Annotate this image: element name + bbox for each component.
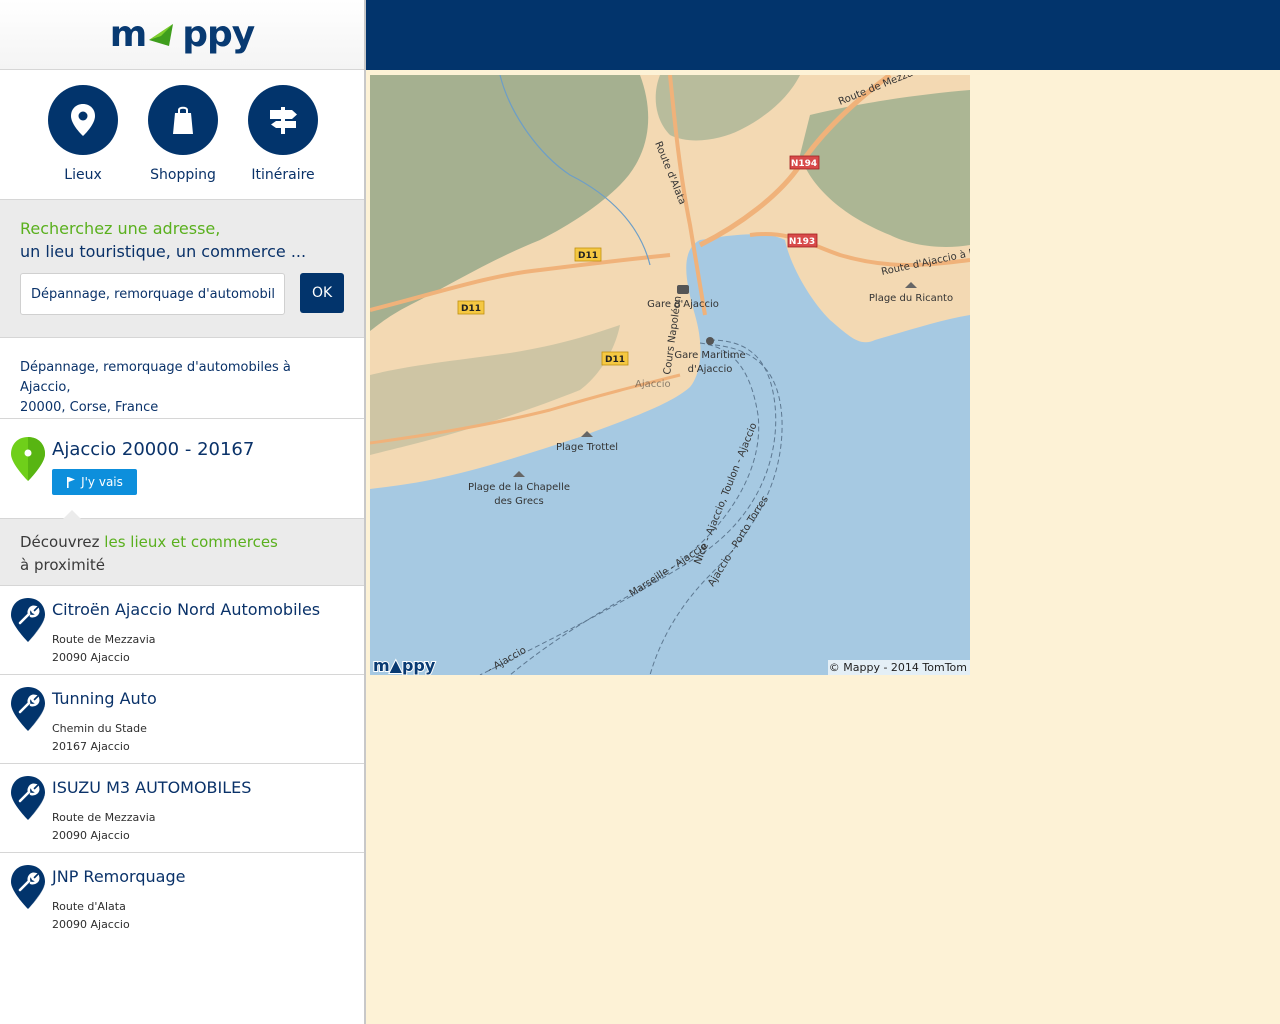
map-label-plage-trottel: Plage Trottel [556,442,618,453]
search-prompt-line1: Recherchez une adresse, [20,219,221,238]
signpost-icon[interactable] [248,85,318,155]
go-there-label: J'y vais [81,475,123,489]
wrench-pin-icon [11,598,45,642]
discover-panel: Découvrez les lieux et commerces à proxi… [0,519,364,586]
mappy-logo[interactable]: m ppy [110,14,256,55]
poi-city: 20090 Ajaccio [52,829,130,842]
map-label-plage-ricanto: Plage du Ricanto [869,293,953,304]
search-prompt-line2: un lieu touristique, un commerce ... [20,242,307,261]
poi-list-item[interactable]: Citroën Ajaccio Nord Automobiles Route d… [0,586,364,675]
wrench-pin-icon [11,865,45,909]
poi-street: Route d'Alata [52,900,126,913]
map-harbor [700,240,750,280]
poi-address: Route de Mezzavia 20090 Ajaccio [52,631,156,667]
logo-area[interactable]: m ppy [0,0,364,70]
discover-suffix: à proximité [20,556,105,574]
poi-address: Route de Mezzavia 20090 Ajaccio [52,809,156,845]
poi-street: Route de Mezzavia [52,811,156,824]
search-ok-button[interactable]: OK [300,273,344,313]
flag-icon [67,476,76,488]
nav-lieux[interactable]: Lieux [38,85,128,183]
map-label-plage-chapelle: des Grecs [494,496,543,507]
wrench-pin-icon [11,687,45,731]
poi-list-item[interactable]: Tunning Auto Chemin du Stade 20167 Ajacc… [0,675,364,764]
top-bar [365,0,1280,70]
poi-address: Chemin du Stade 20167 Ajaccio [52,720,147,756]
map-canvas[interactable]: D11 D11 D11 N194 N193 Gare d'Ajaccio Gar… [370,75,970,675]
result-title: Dépannage, remorquage d'automobiles à Aj… [0,338,364,419]
green-location-pin-icon [11,437,45,481]
svg-text:© Mappy - 2014 TomTom: © Mappy - 2014 TomTom [829,661,967,674]
svg-text:N194: N194 [791,159,817,169]
svg-text:N193: N193 [789,237,815,247]
nav-itineraire[interactable]: Itinéraire [238,85,328,183]
map-watermark: m▲ppy [372,655,437,675]
poi-name[interactable]: Tunning Auto [52,689,157,708]
discover-prefix: Découvrez [20,533,105,551]
main-nav: Lieux Shopping Itinéraire [0,70,364,200]
poi-name[interactable]: ISUZU M3 AUTOMOBILES [52,778,251,797]
nav-itineraire-label: Itinéraire [251,167,315,183]
poi-city: 20167 Ajaccio [52,740,130,753]
shopping-bag-icon[interactable] [148,85,218,155]
location-pin-icon[interactable] [48,85,118,155]
svg-text:D11: D11 [578,251,598,261]
poi-city: 20090 Ajaccio [52,651,130,664]
logo-triangle-icon [149,23,174,46]
poi-list-item[interactable]: ISUZU M3 AUTOMOBILES Route de Mezzavia 2… [0,764,364,853]
svg-text:D11: D11 [461,304,481,314]
poi-name[interactable]: Citroën Ajaccio Nord Automobiles [52,600,320,619]
poi-street: Chemin du Stade [52,722,147,735]
road-tag-n193: N193 [787,233,818,248]
svg-text:m▲ppy: m▲ppy [373,656,436,675]
road-tag-n194: N194 [789,155,820,170]
poi-address: Route d'Alata 20090 Ajaccio [52,898,130,934]
map-copyright: © Mappy - 2014 TomTom [828,660,970,675]
place-name: Ajaccio 20000 - 20167 [52,439,255,460]
result-title-line2: 20000, Corse, France [20,400,159,415]
road-tag-d11: D11 [601,351,629,366]
sidebar: m ppy Lieux Shopping Itinéraire Recherch… [0,0,366,1024]
map-label-ferry-edge: - Ajaccio [486,645,528,675]
place-card: Ajaccio 20000 - 20167 J'y vais [0,419,364,519]
search-input[interactable] [20,273,286,315]
map-view[interactable]: D11 D11 D11 N194 N193 Gare d'Ajaccio Gar… [370,75,970,675]
nav-lieux-label: Lieux [64,167,102,183]
search-panel: Recherchez une adresse, un lieu touristi… [0,200,364,338]
map-label-gare-maritime: d'Ajaccio [688,364,733,375]
road-tag-d11: D11 [457,300,485,315]
wrench-pin-icon [11,776,45,820]
poi-list-item[interactable]: JNP Remorquage Route d'Alata 20090 Ajacc… [0,853,364,942]
road-tag-d11: D11 [574,247,602,262]
caret-divider [63,510,81,519]
svg-text:D11: D11 [605,355,625,365]
map-label-ferry-nice: Nice - Ajaccio, Toulon - Ajaccio [693,421,760,566]
map-label-city: Ajaccio [635,379,671,390]
go-there-button[interactable]: J'y vais [52,469,137,495]
beach-icon [513,471,525,477]
train-station-icon [677,285,689,294]
map-label-plage-chapelle: Plage de la Chapelle [468,482,570,493]
nav-shopping[interactable]: Shopping [138,85,228,183]
ferry-terminal-icon [706,337,714,345]
nav-shopping-label: Shopping [150,167,216,183]
map-label-gare-maritime: Gare Maritime [674,350,745,361]
result-title-line1: Dépannage, remorquage d'automobiles à Aj… [20,360,291,395]
poi-city: 20090 Ajaccio [52,918,130,931]
discover-link[interactable]: les lieux et commerces [104,533,278,551]
poi-street: Route de Mezzavia [52,633,156,646]
poi-name[interactable]: JNP Remorquage [52,867,185,886]
